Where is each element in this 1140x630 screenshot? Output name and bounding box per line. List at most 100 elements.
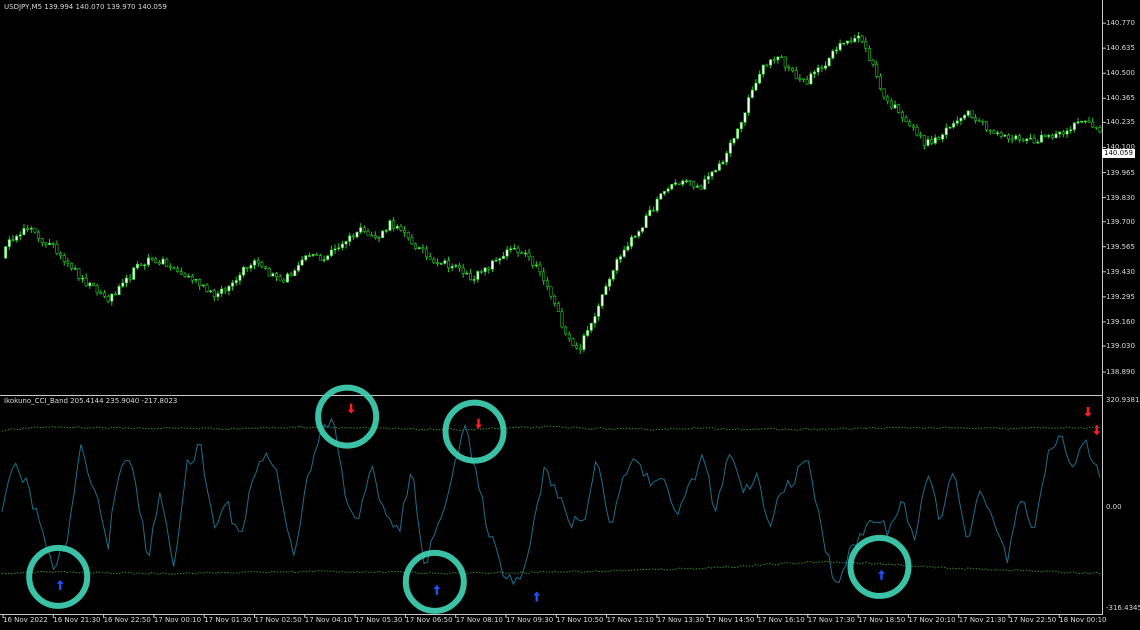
- candle-body: [944, 127, 948, 136]
- candle-body: [355, 231, 359, 238]
- candle-body: [11, 239, 15, 241]
- candle-body: [443, 260, 447, 264]
- candle-body: [439, 263, 443, 265]
- arrow-down-icon: [1084, 406, 1092, 417]
- candle-body: [886, 96, 890, 102]
- time-tick-label: 17 Nov 00:10: [153, 616, 202, 624]
- candle-body: [205, 284, 209, 292]
- candle-body: [15, 235, 19, 241]
- candle-body: [780, 56, 784, 59]
- candle-body: [545, 280, 549, 288]
- candle-body: [472, 279, 476, 281]
- candle-body: [106, 296, 110, 302]
- candle-body: [362, 227, 366, 232]
- candle-body: [619, 256, 623, 260]
- indicator-title: Ikokuno_CCI_Band 205.4144 235.9040 -217.…: [4, 397, 178, 405]
- candle-body: [805, 79, 809, 85]
- candle-body: [684, 180, 688, 182]
- chart-title: USDJPY,M5 139.994 140.070 139.970 140.05…: [4, 3, 167, 11]
- candle-body: [1010, 138, 1014, 141]
- candle-body: [1028, 137, 1032, 140]
- candle-body: [963, 115, 967, 119]
- price-tick-label: 139.700: [1106, 217, 1135, 226]
- candle-body: [282, 279, 286, 283]
- candle-body: [44, 242, 48, 245]
- candle-body: [307, 255, 311, 257]
- candle-body: [849, 40, 853, 43]
- chart-window[interactable]: USDJPY,M5 139.994 140.070 139.970 140.05…: [0, 0, 1140, 630]
- candle-body: [1080, 120, 1084, 123]
- candle-body: [816, 67, 820, 73]
- candle-body: [384, 230, 388, 232]
- candle-body: [622, 249, 626, 257]
- candle-body: [542, 271, 546, 282]
- candle-body: [135, 263, 139, 269]
- candle-body: [809, 73, 813, 85]
- candle-body: [999, 132, 1003, 137]
- candle-body: [1094, 126, 1098, 129]
- candle-body: [1025, 138, 1029, 142]
- candle-body: [1076, 121, 1080, 124]
- candle-body: [966, 110, 970, 116]
- candle-body: [750, 89, 754, 98]
- candle-body: [919, 134, 923, 137]
- candle-body: [904, 117, 908, 123]
- candle-body: [421, 247, 425, 250]
- candle-body: [315, 254, 319, 256]
- candle-body: [329, 249, 333, 257]
- candle-body: [589, 322, 593, 331]
- candle-body: [706, 176, 710, 180]
- candle-body: [732, 138, 736, 144]
- candle-body: [974, 117, 978, 121]
- candle-body: [714, 170, 718, 173]
- candle-body: [725, 152, 729, 163]
- candle-body: [1065, 130, 1069, 135]
- candle-body: [959, 117, 963, 122]
- candle-body: [22, 228, 26, 236]
- candle-body: [926, 139, 930, 146]
- candle-body: [227, 285, 231, 292]
- candle-body: [238, 274, 242, 281]
- price-tick-label: 138.890: [1106, 368, 1135, 376]
- candle-body: [743, 112, 747, 123]
- price-chart-svg[interactable]: [0, 0, 1140, 630]
- candle-body: [897, 104, 901, 113]
- candle-body: [48, 242, 52, 245]
- candle-body: [955, 120, 959, 124]
- candle-body: [659, 193, 663, 200]
- candle-body: [212, 290, 216, 298]
- candle-body: [161, 258, 165, 265]
- candle-body: [820, 67, 824, 70]
- candle-body: [1083, 120, 1087, 123]
- candle-body: [183, 273, 187, 277]
- candle-body: [392, 220, 396, 229]
- candle-body: [1017, 135, 1021, 141]
- time-tick-label: 17 Nov 12:10: [606, 616, 654, 624]
- candle-body: [322, 259, 326, 261]
- candle-body: [81, 277, 85, 280]
- arrow-up-icon: [533, 591, 541, 602]
- candle-body: [996, 132, 1000, 135]
- candle-body: [190, 276, 194, 281]
- candle-body: [388, 220, 392, 231]
- candle-body: [436, 262, 440, 265]
- candle-body: [615, 259, 619, 271]
- candle-body: [99, 292, 103, 295]
- candle-body: [597, 305, 601, 317]
- candle-body: [333, 248, 337, 251]
- candle-body: [538, 264, 542, 273]
- time-tick-label: 16 Nov 21:30: [53, 616, 101, 624]
- candle-body: [794, 70, 798, 79]
- price-tick-label: 139.565: [1106, 242, 1135, 251]
- candle-body: [765, 64, 769, 67]
- candle-body: [165, 258, 169, 268]
- time-tick-label: 17 Nov 21:30: [958, 616, 1006, 624]
- candle-body: [417, 247, 421, 250]
- candle-body: [791, 67, 795, 71]
- candle-body: [600, 294, 604, 307]
- candle-body: [293, 270, 297, 277]
- candle-body: [348, 235, 352, 242]
- time-tick-label: 17 Nov 22:50: [1009, 616, 1057, 624]
- candle-body: [59, 253, 63, 256]
- candle-body: [242, 267, 246, 276]
